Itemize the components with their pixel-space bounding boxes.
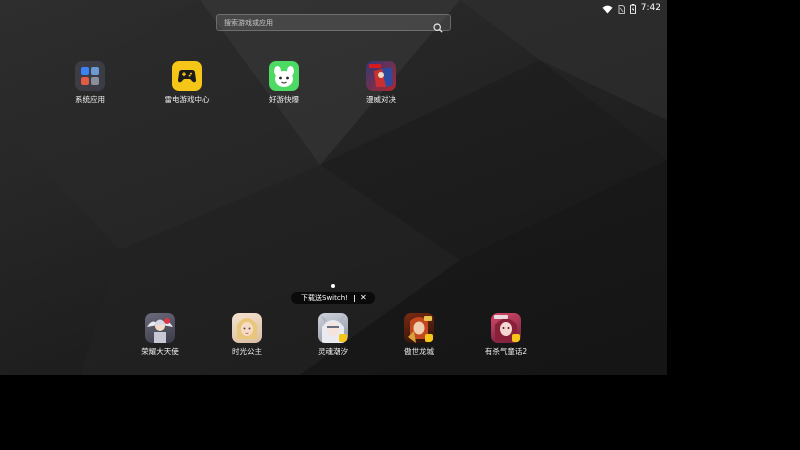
app-marvel-duel[interactable]: 漫威对决 (343, 61, 419, 105)
app-soul-tide[interactable]: 灵魂潮汐 (295, 313, 371, 357)
glory-archangel-icon (145, 313, 175, 343)
wifi-icon (602, 0, 613, 18)
haoyou-kuaibao-icon (269, 61, 299, 91)
status-bar: 7:42 (602, 2, 661, 14)
clock: 7:42 (640, 3, 661, 13)
emulator-screen: 7:42 系统应用 雷电游戏中心 (0, 0, 667, 375)
battery-icon (629, 0, 636, 18)
search-icon[interactable] (433, 18, 443, 37)
fairy-tale-2-icon (491, 313, 521, 343)
app-label: 时光公主 (232, 347, 262, 356)
app-fairy-tale-2[interactable]: 有杀气童话2 (468, 313, 544, 357)
search-bar[interactable] (216, 14, 451, 33)
app-label: 荣耀大天使 (141, 347, 179, 356)
app-haoyou-kuaibao[interactable]: 好游快爆 (246, 61, 322, 105)
promo-text[interactable]: 下载送Switch! (291, 293, 348, 303)
marvel-duel-icon (366, 61, 396, 91)
soul-tide-icon (318, 313, 348, 343)
aoshi-longcheng-icon (404, 313, 434, 343)
promo-banner[interactable]: 下载送Switch! ✕ (291, 292, 375, 304)
ldplayer-game-center-icon (172, 61, 202, 91)
promo-divider (353, 294, 355, 302)
app-label: 漫威对决 (366, 95, 396, 104)
app-time-princess[interactable]: 时光公主 (209, 313, 285, 357)
app-aoshi-longcheng[interactable]: 傲世龙城 (381, 313, 457, 357)
app-label: 灵魂潮汐 (318, 347, 348, 356)
app-label: 傲世龙城 (404, 347, 434, 356)
close-icon[interactable]: ✕ (360, 292, 367, 304)
app-system-apps[interactable]: 系统应用 (52, 61, 128, 105)
page-indicator-dot (331, 284, 335, 288)
time-princess-icon (232, 313, 262, 343)
app-label: 系统应用 (75, 95, 105, 104)
app-label: 雷电游戏中心 (164, 95, 210, 104)
app-label: 有杀气童话2 (484, 347, 528, 356)
system-apps-folder-icon (75, 61, 105, 91)
sim-icon (618, 0, 625, 18)
app-ldplayer-game-center[interactable]: 雷电游戏中心 (149, 61, 225, 105)
search-input[interactable] (224, 15, 424, 30)
app-glory-archangel[interactable]: 荣耀大天使 (122, 313, 198, 357)
app-label: 好游快爆 (269, 95, 299, 104)
